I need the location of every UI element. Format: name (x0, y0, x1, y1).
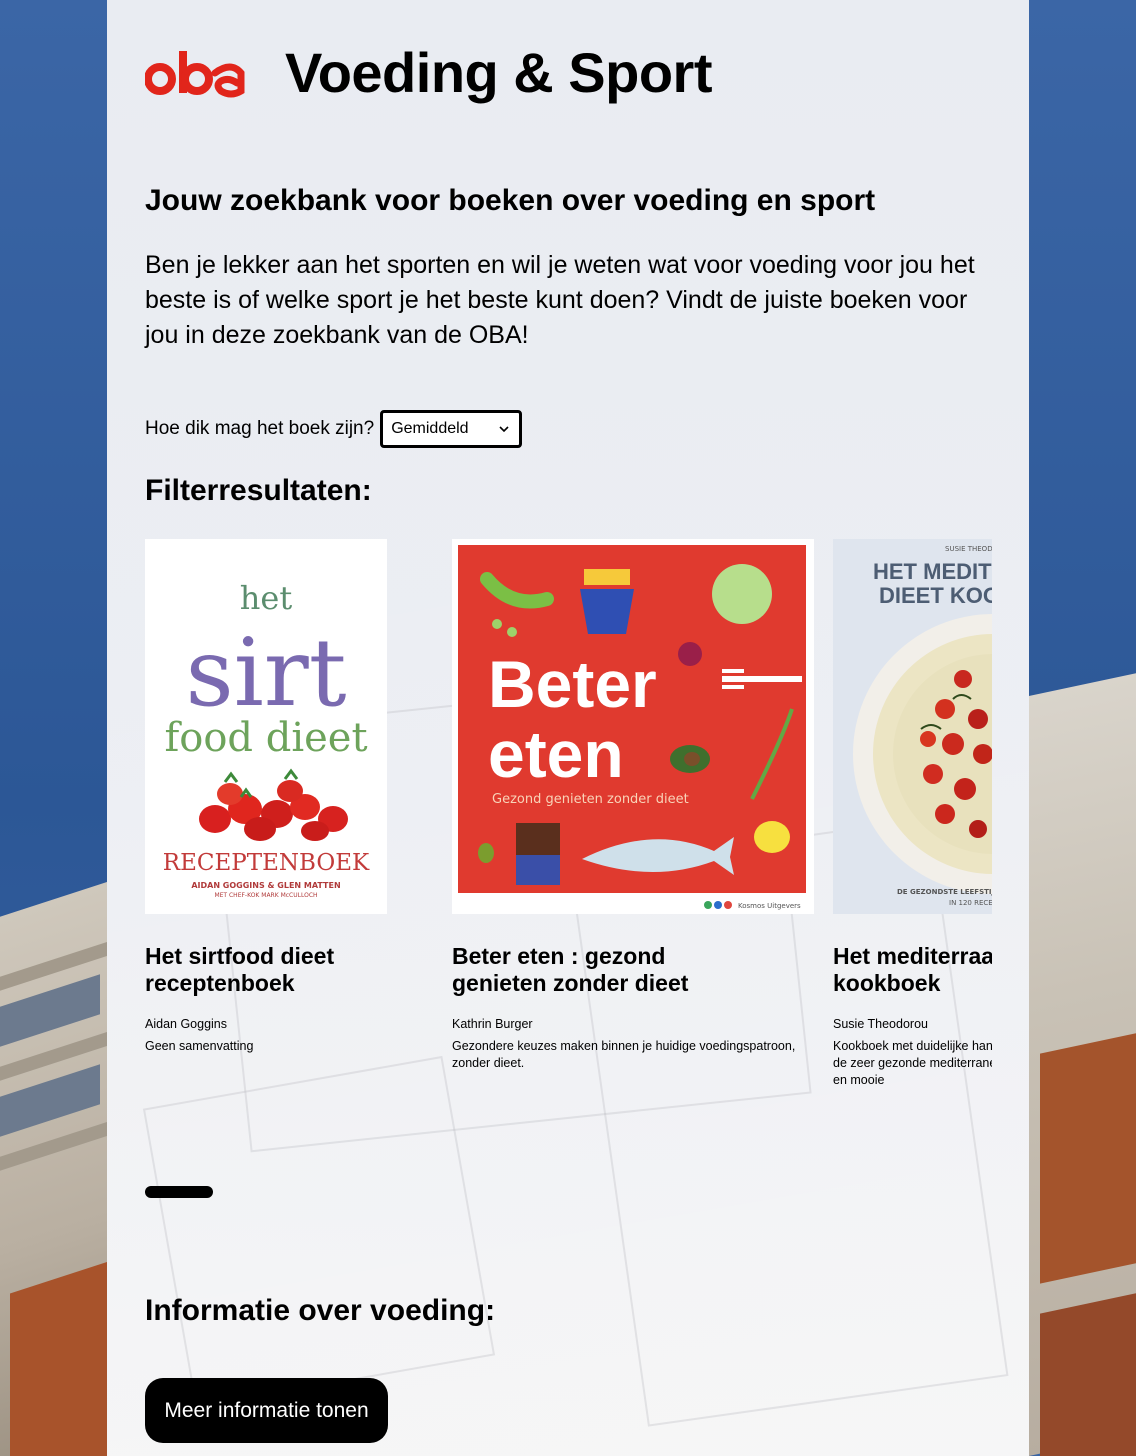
cover-text: AIDAN GOGGINS & GLEN MATTEN (191, 881, 340, 890)
book-summary: Gezondere keuzes maken binnen je huidige… (452, 1039, 796, 1070)
cover-text: Kosmos Uitgevers (738, 902, 801, 910)
cover-text: het (240, 579, 293, 617)
book-author: Aidan Goggins (145, 1017, 228, 1031)
results-carousel[interactable]: het sirt food dieet RECEPTENBOEK AIDAN G… (145, 539, 992, 1139)
book-title: Het mediterraan kookboek (833, 943, 992, 996)
info-heading: Informatie over voeding: (145, 1294, 496, 1327)
cover-text: SUSIE THEODOROU (945, 545, 992, 553)
oba-logo[interactable] (145, 45, 247, 101)
cover-text: HET MEDITERRAAN (873, 559, 992, 584)
page-title: Voeding & Sport (285, 41, 713, 104)
cover-text: DE GEZONDSTE LEEFSTIJL (897, 888, 992, 896)
chevron-down-icon (499, 426, 509, 433)
book-cover-image: Beter eten Gezond genieten zonder dieet (452, 539, 814, 914)
cover-text: Gezond genieten zonder dieet (492, 792, 689, 807)
carousel-scrollbar[interactable] (145, 1186, 213, 1198)
more-info-button[interactable]: Meer informatie tonen (145, 1378, 388, 1443)
intro-subtitle: Jouw zoekbank voor boeken over voeding e… (145, 184, 876, 217)
site-header: Voeding & Sport (145, 38, 713, 108)
cover-text: Beter (488, 647, 657, 721)
book-author: Susie Theodorou (833, 1017, 928, 1031)
cover-text: food dieet (164, 715, 367, 761)
book-author: Kathrin Burger (452, 1017, 533, 1031)
book-summary: Geen samenvatting (145, 1039, 254, 1053)
book-title: Beter eten : gezond genieten zonder dieet (452, 943, 689, 996)
cover-text: RECEPTENBOEK (163, 850, 370, 876)
thickness-select[interactable]: Gemiddeld (380, 410, 523, 448)
cover-text: DIEET KOOKBOEK (879, 583, 992, 608)
book-cover-image: SUSIE THEODOROU HET MEDITERRAAN DIEET KO… (833, 539, 992, 914)
filter-label: Hoe dik mag het boek zijn? (145, 418, 375, 439)
book-cover-image: het sirt food dieet RECEPTENBOEK AIDAN G… (145, 539, 387, 914)
cover-text: IN 120 RECEPTEN (949, 899, 992, 907)
book-title: Het sirtfood dieet receptenboek (145, 943, 335, 996)
select-value: Gemiddeld (391, 420, 469, 437)
cover-text: sirt (185, 619, 346, 728)
results-heading: Filterresultaten: (145, 474, 372, 507)
cover-text: eten (488, 717, 624, 791)
intro-text: Ben je lekker aan het sporten en wil je … (145, 251, 975, 349)
cover-text: MET CHEF-KOK MARK McCULLOCH (214, 892, 317, 899)
book-summary: Kookboek met duidelijke handleidingen vo… (833, 1039, 992, 1087)
thickness-filter: Hoe dik mag het boek zijn? Gemiddeld (145, 410, 523, 448)
